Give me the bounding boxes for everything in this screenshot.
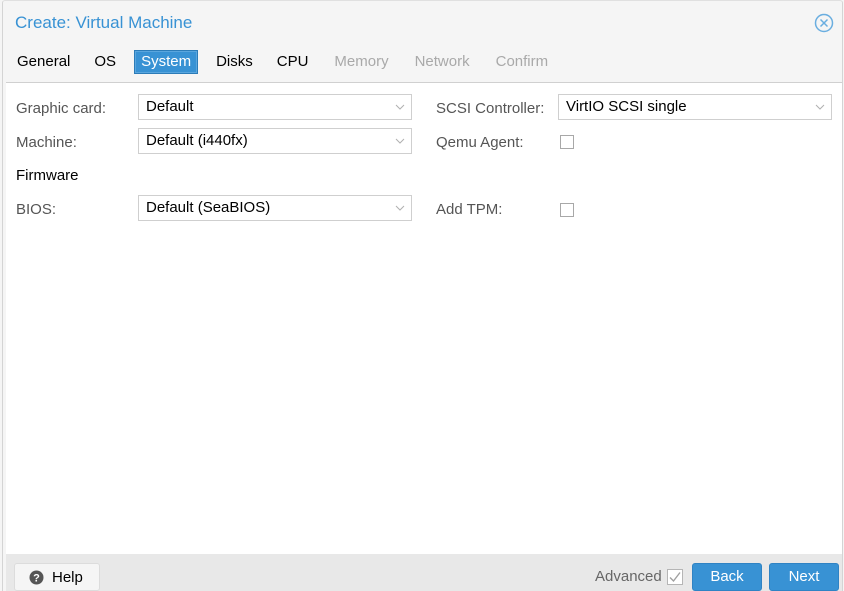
scsi-controller-value: VirtIO SCSI single	[566, 98, 687, 115]
tab-general[interactable]: General	[11, 50, 76, 74]
add-tpm-checkbox[interactable]	[560, 203, 574, 217]
bios-label: BIOS:	[16, 201, 57, 218]
chevron-down-icon	[395, 138, 405, 144]
help-button[interactable]: ? Help	[14, 563, 100, 591]
add-tpm-label: Add TPM:	[436, 201, 503, 218]
machine-value: Default (i440fx)	[146, 132, 248, 149]
qemu-agent-label: Qemu Agent:	[436, 134, 524, 151]
chevron-down-icon	[395, 205, 405, 211]
checkmark-icon	[667, 569, 683, 585]
tab-system[interactable]: System	[134, 50, 199, 74]
firmware-section-label: Firmware	[16, 167, 79, 184]
advanced-label: Advanced	[595, 568, 662, 585]
scsi-controller-select[interactable]: VirtIO SCSI single	[558, 94, 832, 120]
graphic-card-value: Default	[146, 98, 194, 115]
qemu-agent-checkbox[interactable]	[560, 135, 574, 149]
close-circle-icon	[814, 13, 834, 33]
machine-select[interactable]: Default (i440fx)	[138, 128, 412, 154]
bios-value: Default (SeaBIOS)	[146, 199, 271, 216]
create-vm-dialog: Create: Virtual Machine General OS Syste…	[2, 0, 843, 591]
close-button[interactable]	[814, 13, 834, 33]
question-circle-icon: ?	[29, 570, 44, 585]
tab-disks[interactable]: Disks	[210, 50, 259, 74]
chevron-down-icon	[815, 104, 825, 110]
scsi-controller-label: SCSI Controller:	[436, 100, 545, 117]
dialog-footer: ? Help Advanced Back Next	[6, 554, 842, 591]
system-panel: Graphic card: Default Machine: Default (…	[6, 82, 842, 555]
next-button[interactable]: Next	[769, 563, 839, 591]
tab-confirm: Confirm	[495, 53, 549, 70]
tab-cpu[interactable]: CPU	[271, 50, 315, 74]
graphic-card-select[interactable]: Default	[138, 94, 412, 120]
svg-text:?: ?	[33, 573, 40, 585]
help-label: Help	[52, 569, 83, 586]
chevron-down-icon	[395, 104, 405, 110]
tab-network: Network	[414, 53, 470, 70]
bios-select[interactable]: Default (SeaBIOS)	[138, 195, 412, 221]
tab-os[interactable]: OS	[88, 50, 122, 74]
machine-label: Machine:	[16, 134, 77, 151]
back-button[interactable]: Back	[692, 563, 762, 591]
dialog-title: Create: Virtual Machine	[15, 13, 193, 32]
wizard-tabs: General OS System Disks CPU Memory Netwo…	[11, 49, 566, 75]
advanced-checkbox[interactable]	[667, 569, 683, 585]
graphic-card-label: Graphic card:	[16, 100, 107, 117]
tab-memory: Memory	[334, 53, 389, 70]
